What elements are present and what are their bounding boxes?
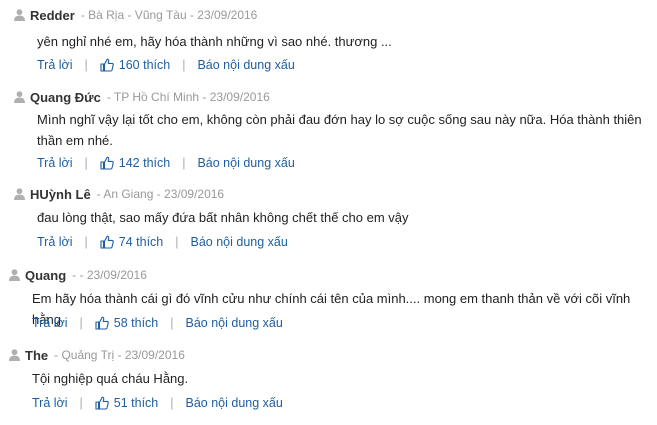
separator: |: [84, 58, 88, 72]
user-avatar-icon: [14, 188, 25, 200]
reply-link[interactable]: Trả lời: [32, 316, 68, 330]
comment-header: Quang Đức - TP Hồ Chí Minh - 23/09/2016: [14, 88, 270, 106]
report-link[interactable]: Báo nội dung xấu: [197, 156, 294, 170]
like-button[interactable]: 142 thích: [100, 156, 170, 170]
comment-item: The - Quảng Trị - 23/09/2016 Tội nghiệp …: [0, 346, 657, 416]
like-count: 58: [113, 316, 128, 330]
report-link[interactable]: Báo nội dung xấu: [186, 316, 283, 330]
comment-header: The - Quảng Trị - 23/09/2016: [9, 346, 185, 364]
thumbs-up-icon: [100, 235, 114, 249]
comment-actions: Trả lời | 142 thích | Báo nội dung xấu: [37, 154, 295, 172]
reply-link[interactable]: Trả lời: [37, 235, 73, 249]
comment-item: Quang Đức - TP Hồ Chí Minh - 23/09/2016 …: [0, 88, 657, 173]
comment-meta: - TP Hồ Chí Minh - 23/09/2016: [106, 90, 270, 104]
reply-link[interactable]: Trả lời: [32, 396, 68, 410]
like-button[interactable]: 58 thích: [95, 316, 159, 330]
comment-item: Quang - - 23/09/2016 Em hãy hóa thành cá…: [0, 266, 657, 336]
separator: |: [84, 235, 88, 249]
comment-text: yên nghỉ nhé em, hãy hóa thành những vì …: [37, 34, 392, 49]
commenter-name[interactable]: The: [25, 348, 48, 363]
comment-meta: - Quảng Trị - 23/09/2016: [54, 348, 185, 362]
comment-meta: - An Giang - 23/09/2016: [96, 187, 225, 201]
thumbs-up-icon: [100, 156, 114, 170]
reply-link[interactable]: Trả lời: [37, 58, 73, 72]
like-label: thích: [143, 58, 171, 72]
like-label: thích: [136, 235, 164, 249]
comment-header: Redder - Bà Rịa - Vũng Tàu - 23/09/2016: [14, 6, 257, 24]
commenter-name[interactable]: Quang Đức: [30, 90, 101, 105]
comment-text: đau lòng thật, sao mấy đứa bất nhân khôn…: [37, 210, 409, 225]
report-link[interactable]: Báo nội dung xấu: [197, 58, 294, 72]
comment-header: Quang - - 23/09/2016: [9, 266, 147, 284]
like-count: 51: [113, 396, 128, 410]
commenter-name[interactable]: Redder: [30, 8, 75, 23]
like-count: 142: [118, 156, 140, 170]
report-link[interactable]: Báo nội dung xấu: [186, 396, 283, 410]
like-button[interactable]: 160 thích: [100, 58, 170, 72]
user-avatar-icon: [9, 269, 20, 281]
separator: |: [175, 235, 179, 249]
like-count: 160: [118, 58, 140, 72]
like-label: thích: [143, 156, 171, 170]
report-link[interactable]: Báo nội dung xấu: [191, 235, 288, 249]
separator: |: [170, 316, 174, 330]
comment-item: Redder - Bà Rịa - Vũng Tàu - 23/09/2016 …: [0, 6, 657, 76]
thumbs-up-icon: [95, 316, 109, 330]
user-avatar-icon: [14, 9, 25, 21]
comment-meta: - Bà Rịa - Vũng Tàu - 23/09/2016: [80, 8, 258, 22]
separator: |: [170, 396, 174, 410]
comment-meta: - - 23/09/2016: [72, 268, 147, 282]
like-button[interactable]: 51 thích: [95, 396, 159, 410]
commenter-name[interactable]: Quang: [25, 268, 66, 283]
separator: |: [79, 396, 83, 410]
comment-actions: Trả lời | 74 thích | Báo nội dung xấu: [37, 233, 288, 251]
thumbs-up-icon: [100, 58, 114, 72]
like-count: 74: [118, 235, 133, 249]
user-avatar-icon: [14, 91, 25, 103]
separator: |: [182, 156, 186, 170]
like-button[interactable]: 74 thích: [100, 235, 164, 249]
user-avatar-icon: [9, 349, 20, 361]
separator: |: [84, 156, 88, 170]
thumbs-up-icon: [95, 396, 109, 410]
like-label: thích: [131, 396, 159, 410]
comment-actions: Trả lời | 51 thích | Báo nội dung xấu: [32, 394, 283, 412]
comment-list: Redder - Bà Rịa - Vũng Tàu - 23/09/2016 …: [0, 0, 657, 425]
comment-text: Tội nghiệp quá cháu Hằng.: [32, 371, 189, 386]
comment-item: HUỳnh Lê - An Giang - 23/09/2016 đau lòn…: [0, 185, 657, 255]
separator: |: [182, 58, 186, 72]
comment-actions: Trả lời | 58 thích | Báo nội dung xấu: [32, 314, 283, 332]
reply-link[interactable]: Trả lời: [37, 156, 73, 170]
separator: |: [79, 316, 83, 330]
commenter-name[interactable]: HUỳnh Lê: [30, 187, 91, 202]
comment-actions: Trả lời | 160 thích | Báo nội dung xấu: [37, 56, 295, 74]
comment-text: Mình nghĩ vậy lại tốt cho em, không còn …: [37, 112, 642, 148]
like-label: thích: [131, 316, 159, 330]
comment-header: HUỳnh Lê - An Giang - 23/09/2016: [14, 185, 224, 203]
